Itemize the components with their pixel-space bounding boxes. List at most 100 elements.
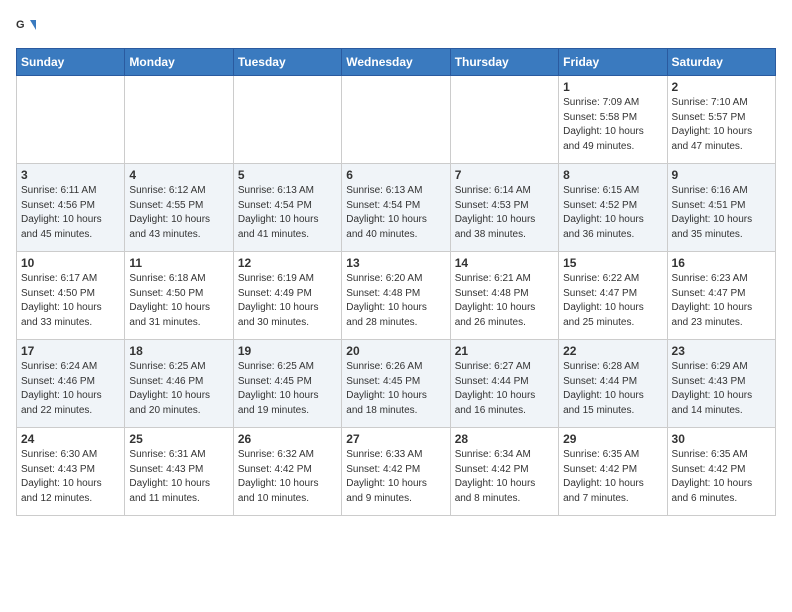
day-number: 8 <box>563 168 662 182</box>
calendar-cell: 24 Sunrise: 6:30 AM Sunset: 4:43 PM Dayli… <box>17 428 125 516</box>
day-info: Sunrise: 6:19 AM Sunset: 4:49 PM Dayligh… <box>238 272 337 330</box>
calendar-cell: 15 Sunrise: 6:22 AM Sunset: 4:47 PM Dayli… <box>559 252 667 340</box>
calendar-table: SundayMondayTuesdayWednesdayThursdayFrid… <box>16 48 776 516</box>
day-info: Sunrise: 6:33 AM Sunset: 4:42 PM Dayligh… <box>346 448 445 506</box>
day-number: 9 <box>672 168 771 182</box>
day-info: Sunrise: 7:10 AM Sunset: 5:57 PM Dayligh… <box>672 96 771 154</box>
day-number: 25 <box>129 432 228 446</box>
calendar-cell: 2Sunrise: 7:10 AM Sunset: 5:57 PM Daylig… <box>667 76 775 164</box>
day-info: Sunrise: 6:24 AM Sunset: 4:46 PM Dayligh… <box>21 360 120 418</box>
weekday-header-row: SundayMondayTuesdayWednesdayThursdayFrid… <box>17 49 776 76</box>
day-number: 11 <box>129 256 228 270</box>
day-number: 15 <box>563 256 662 270</box>
calendar-cell <box>125 76 233 164</box>
day-info: Sunrise: 6:16 AM Sunset: 4:51 PM Dayligh… <box>672 184 771 242</box>
day-number: 6 <box>346 168 445 182</box>
calendar-cell: 21Sunrise: 6:27 AM Sunset: 4:44 PM Dayli… <box>450 340 558 428</box>
day-info: Sunrise: 6:32 AM Sunset: 4:42 PM Dayligh… <box>238 448 337 506</box>
day-number: 28 <box>455 432 554 446</box>
calendar-cell: 7Sunrise: 6:14 AM Sunset: 4:53 PM Daylig… <box>450 164 558 252</box>
day-number: 4 <box>129 168 228 182</box>
day-info: Sunrise: 6:30 AM Sunset: 4:43 PM Dayligh… <box>21 448 120 506</box>
day-number: 22 <box>563 344 662 358</box>
weekday-header-friday: Friday <box>559 49 667 76</box>
day-info: Sunrise: 6:35 AM Sunset: 4:42 PM Dayligh… <box>672 448 771 506</box>
day-info: Sunrise: 6:29 AM Sunset: 4:43 PM Dayligh… <box>672 360 771 418</box>
day-number: 10 <box>21 256 120 270</box>
day-number: 17 <box>21 344 120 358</box>
day-info: Sunrise: 6:22 AM Sunset: 4:47 PM Dayligh… <box>563 272 662 330</box>
calendar-cell: 9 Sunrise: 6:16 AM Sunset: 4:51 PM Daylig… <box>667 164 775 252</box>
day-info: Sunrise: 6:12 AM Sunset: 4:55 PM Dayligh… <box>129 184 228 242</box>
calendar-cell: 4 Sunrise: 6:12 AM Sunset: 4:55 PM Daylig… <box>125 164 233 252</box>
day-number: 14 <box>455 256 554 270</box>
day-info: Sunrise: 6:25 AM Sunset: 4:45 PM Dayligh… <box>238 360 337 418</box>
calendar-cell: 18 Sunrise: 6:25 AM Sunset: 4:46 PM Dayli… <box>125 340 233 428</box>
day-info: Sunrise: 6:23 AM Sunset: 4:47 PM Dayligh… <box>672 272 771 330</box>
calendar-cell: 19 Sunrise: 6:25 AM Sunset: 4:45 PM Dayli… <box>233 340 341 428</box>
calendar-cell <box>342 76 450 164</box>
calendar-cell: 30Sunrise: 6:35 AM Sunset: 4:42 PM Dayli… <box>667 428 775 516</box>
day-info: Sunrise: 6:13 AM Sunset: 4:54 PM Dayligh… <box>346 184 445 242</box>
day-info: Sunrise: 6:13 AM Sunset: 4:54 PM Dayligh… <box>238 184 337 242</box>
weekday-header-saturday: Saturday <box>667 49 775 76</box>
day-number: 19 <box>238 344 337 358</box>
week-row-4: 17 Sunrise: 6:24 AM Sunset: 4:46 PM Dayli… <box>17 340 776 428</box>
weekday-header-thursday: Thursday <box>450 49 558 76</box>
logo: G <box>16 16 40 40</box>
day-info: Sunrise: 7:09 AM Sunset: 5:58 PM Dayligh… <box>563 96 662 154</box>
weekday-header-tuesday: Tuesday <box>233 49 341 76</box>
calendar-cell: 29 Sunrise: 6:35 AM Sunset: 4:42 PM Dayli… <box>559 428 667 516</box>
day-number: 27 <box>346 432 445 446</box>
day-info: Sunrise: 6:21 AM Sunset: 4:48 PM Dayligh… <box>455 272 554 330</box>
calendar-cell: 8 Sunrise: 6:15 AM Sunset: 4:52 PM Daylig… <box>559 164 667 252</box>
week-row-1: 1 Sunrise: 7:09 AM Sunset: 5:58 PM Daylig… <box>17 76 776 164</box>
day-info: Sunrise: 6:14 AM Sunset: 4:53 PM Dayligh… <box>455 184 554 242</box>
day-info: Sunrise: 6:35 AM Sunset: 4:42 PM Dayligh… <box>563 448 662 506</box>
calendar-cell: 22 Sunrise: 6:28 AM Sunset: 4:44 PM Dayli… <box>559 340 667 428</box>
day-number: 16 <box>672 256 771 270</box>
calendar-cell: 1 Sunrise: 7:09 AM Sunset: 5:58 PM Daylig… <box>559 76 667 164</box>
day-number: 29 <box>563 432 662 446</box>
day-info: Sunrise: 6:31 AM Sunset: 4:43 PM Dayligh… <box>129 448 228 506</box>
day-number: 24 <box>21 432 120 446</box>
day-info: Sunrise: 6:26 AM Sunset: 4:45 PM Dayligh… <box>346 360 445 418</box>
calendar-cell: 10 Sunrise: 6:17 AM Sunset: 4:50 PM Dayli… <box>17 252 125 340</box>
day-info: Sunrise: 6:25 AM Sunset: 4:46 PM Dayligh… <box>129 360 228 418</box>
day-number: 23 <box>672 344 771 358</box>
day-number: 20 <box>346 344 445 358</box>
calendar-cell <box>17 76 125 164</box>
calendar-cell: 23 Sunrise: 6:29 AM Sunset: 4:43 PM Dayli… <box>667 340 775 428</box>
day-info: Sunrise: 6:34 AM Sunset: 4:42 PM Dayligh… <box>455 448 554 506</box>
calendar-cell: 3 Sunrise: 6:11 AM Sunset: 4:56 PM Daylig… <box>17 164 125 252</box>
day-number: 1 <box>563 80 662 94</box>
week-row-2: 3 Sunrise: 6:11 AM Sunset: 4:56 PM Daylig… <box>17 164 776 252</box>
calendar-cell: 20 Sunrise: 6:26 AM Sunset: 4:45 PM Dayli… <box>342 340 450 428</box>
calendar-cell: 6 Sunrise: 6:13 AM Sunset: 4:54 PM Daylig… <box>342 164 450 252</box>
calendar-cell: 13 Sunrise: 6:20 AM Sunset: 4:48 PM Dayli… <box>342 252 450 340</box>
logo-icon: G <box>16 16 36 40</box>
calendar-cell: 14 Sunrise: 6:21 AM Sunset: 4:48 PM Dayli… <box>450 252 558 340</box>
day-number: 3 <box>21 168 120 182</box>
calendar-cell: 26Sunrise: 6:32 AM Sunset: 4:42 PM Dayli… <box>233 428 341 516</box>
day-info: Sunrise: 6:20 AM Sunset: 4:48 PM Dayligh… <box>346 272 445 330</box>
day-info: Sunrise: 6:17 AM Sunset: 4:50 PM Dayligh… <box>21 272 120 330</box>
weekday-header-monday: Monday <box>125 49 233 76</box>
calendar-cell: 16 Sunrise: 6:23 AM Sunset: 4:47 PM Dayli… <box>667 252 775 340</box>
header: G <box>16 16 776 40</box>
day-info: Sunrise: 6:11 AM Sunset: 4:56 PM Dayligh… <box>21 184 120 242</box>
weekday-header-sunday: Sunday <box>17 49 125 76</box>
page-container: G SundayMondayTuesdayWednesdayThursdayFr… <box>16 16 776 516</box>
calendar-cell <box>233 76 341 164</box>
calendar-cell <box>450 76 558 164</box>
calendar-cell: 28 Sunrise: 6:34 AM Sunset: 4:42 PM Dayli… <box>450 428 558 516</box>
svg-text:G: G <box>16 19 25 31</box>
day-number: 18 <box>129 344 228 358</box>
day-number: 21 <box>455 344 554 358</box>
calendar-cell: 11 Sunrise: 6:18 AM Sunset: 4:50 PM Dayli… <box>125 252 233 340</box>
day-info: Sunrise: 6:28 AM Sunset: 4:44 PM Dayligh… <box>563 360 662 418</box>
day-info: Sunrise: 6:18 AM Sunset: 4:50 PM Dayligh… <box>129 272 228 330</box>
day-info: Sunrise: 6:15 AM Sunset: 4:52 PM Dayligh… <box>563 184 662 242</box>
calendar-cell: 17 Sunrise: 6:24 AM Sunset: 4:46 PM Dayli… <box>17 340 125 428</box>
day-number: 13 <box>346 256 445 270</box>
